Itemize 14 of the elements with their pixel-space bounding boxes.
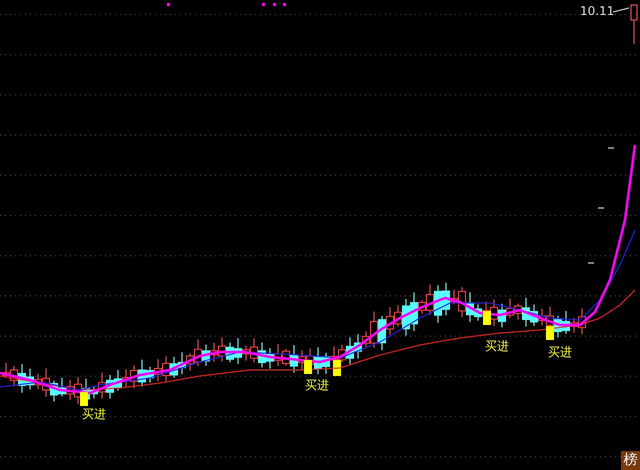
leader-line (612, 8, 630, 12)
price-label: 10.11 (580, 4, 614, 18)
buy-signal-label: 买进 (548, 345, 572, 359)
buy-signal-marker (304, 360, 312, 374)
buy-signal-marker (333, 360, 341, 376)
buy-signal-label: 买进 (305, 378, 329, 392)
ranking-badge[interactable]: 榜 (621, 451, 640, 470)
candlestick (630, 4, 638, 44)
buy-signal-label: 买进 (485, 339, 509, 353)
buy-signal-marker (546, 326, 554, 340)
buy-signal-label: 买进 (82, 407, 106, 421)
tick-mark (588, 262, 594, 264)
buy-signal-marker (483, 311, 491, 325)
buy-signal-marker (80, 392, 88, 406)
